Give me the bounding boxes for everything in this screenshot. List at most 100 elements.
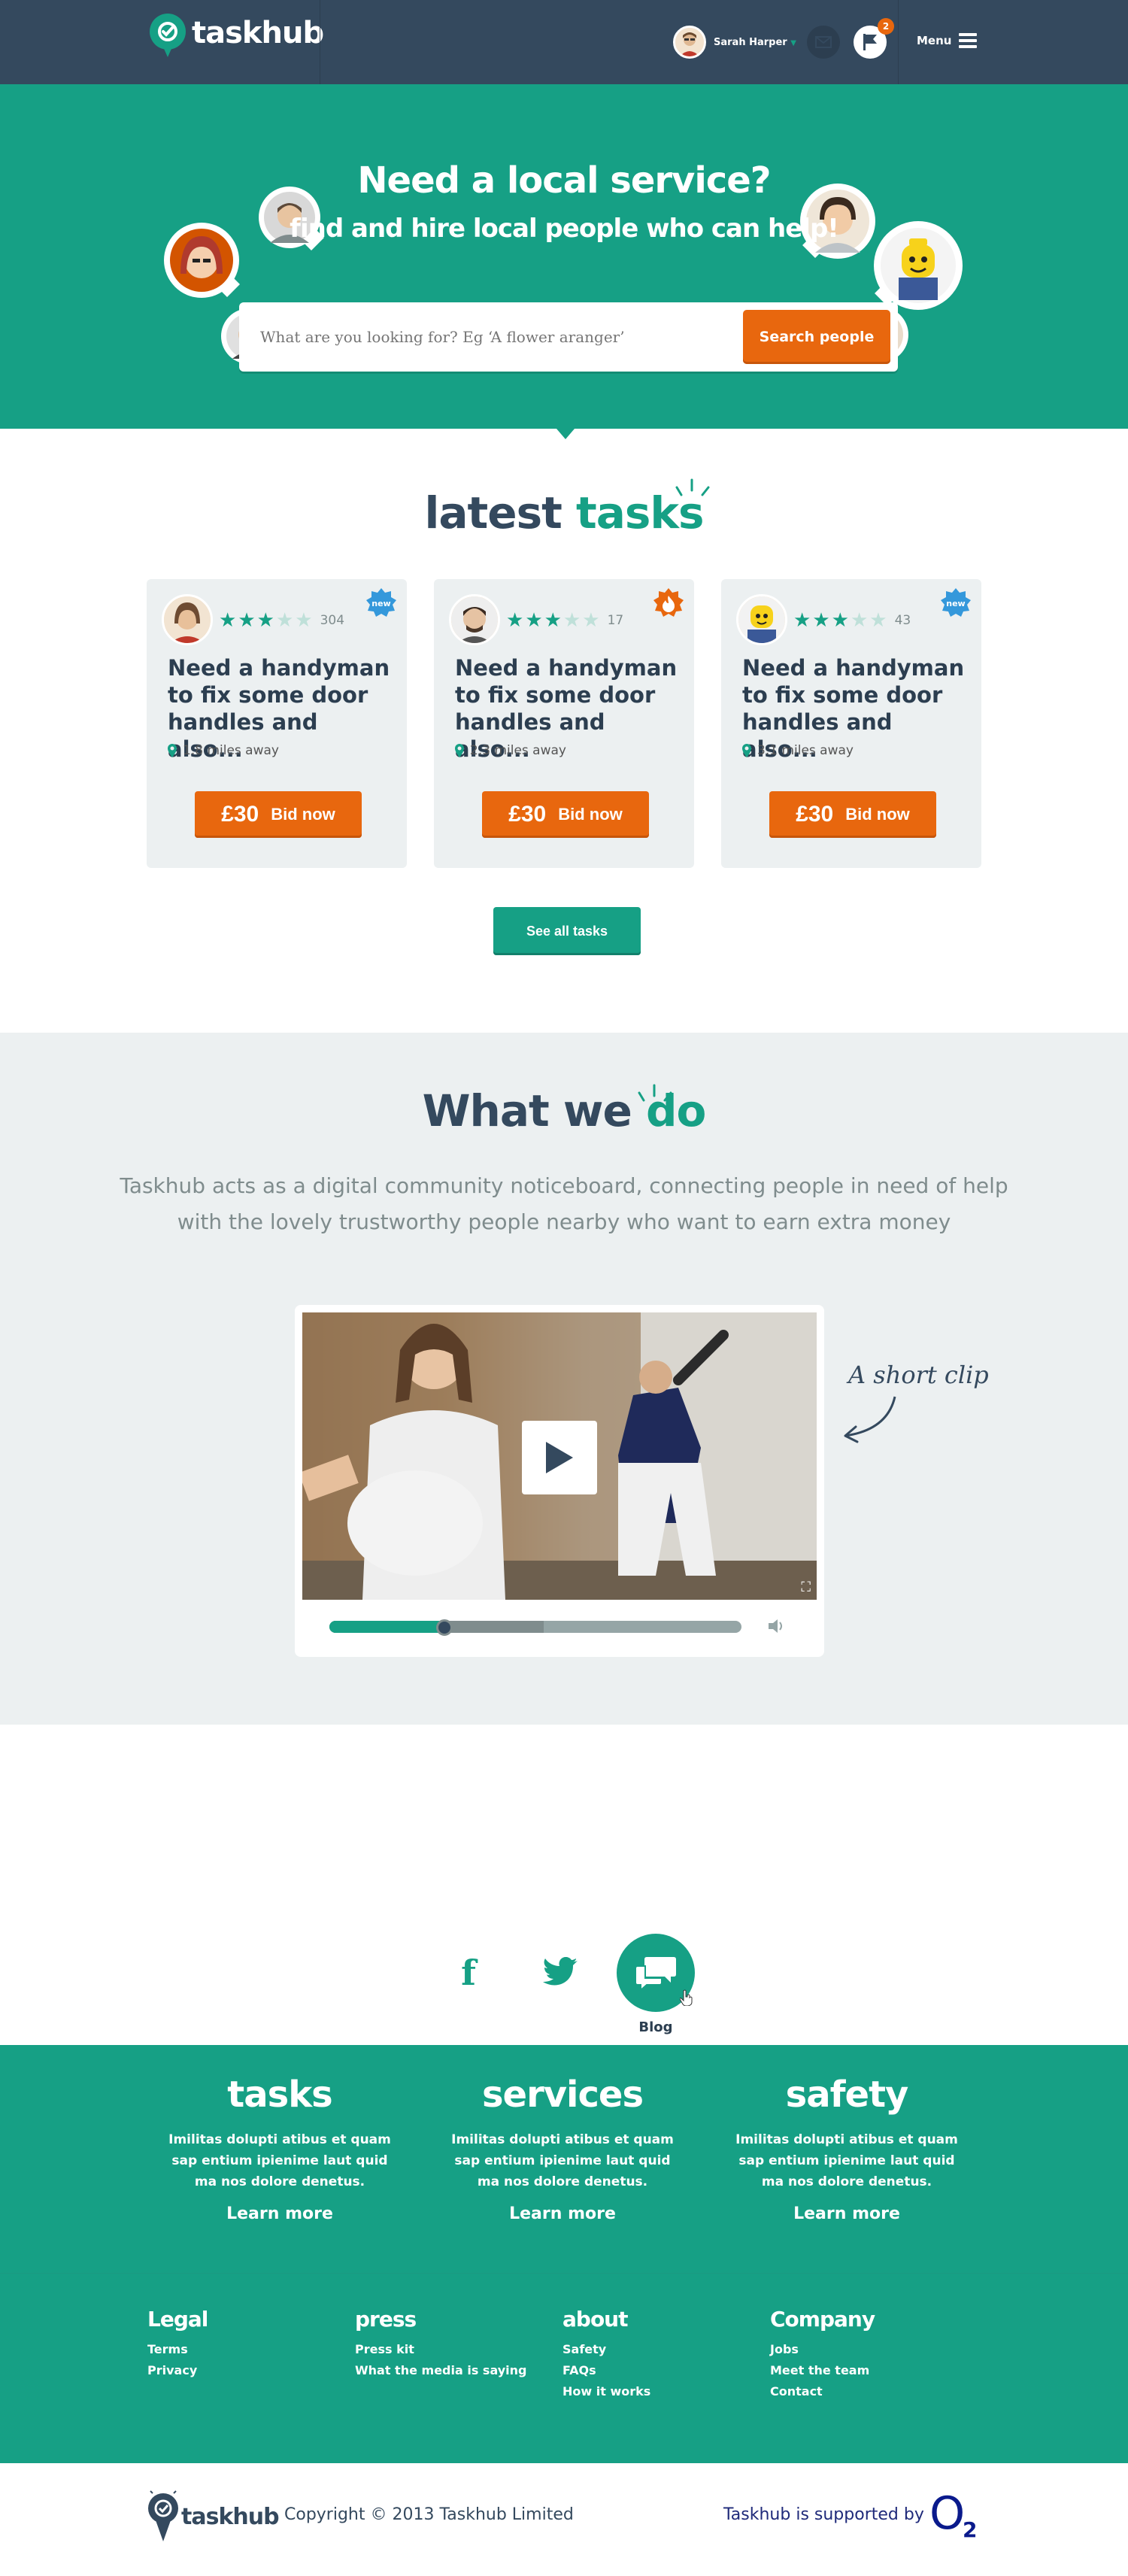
hamburger-icon — [959, 30, 978, 51]
what-we-do-title: What we do — [0, 1085, 1128, 1136]
distance-text: 1.8 miles away — [183, 743, 279, 758]
footer-link-privacy[interactable]: Privacy — [147, 2360, 208, 2381]
menu-button[interactable]: Menu — [917, 30, 978, 51]
video-frame[interactable]: ⛶ — [302, 1312, 817, 1600]
location-pin-icon — [742, 744, 751, 757]
play-icon — [546, 1442, 573, 1473]
poster-avatar — [162, 594, 213, 645]
user-menu[interactable]: Sarah Harper ▼ — [673, 26, 796, 59]
review-count: 43 — [894, 613, 911, 628]
review-count: 304 — [320, 613, 345, 628]
footer-brand-name: taskhub — [181, 2503, 280, 2530]
badge-label: new — [946, 598, 966, 608]
facebook-icon[interactable]: f — [450, 1950, 487, 1995]
footer-link-press-kit[interactable]: Press kit — [355, 2339, 527, 2360]
rating-stars: ★ ★ ★ ★ ★ 17 — [506, 609, 623, 632]
video-progress-track[interactable] — [329, 1621, 741, 1633]
footer-links: Legal Terms Privacy press Press kit What… — [0, 2274, 1128, 2463]
feature-text: Imilitas dolupti atibus et quam sap enti… — [735, 2132, 958, 2189]
learn-more-link[interactable]: Learn more — [159, 2204, 400, 2223]
footer-link-faqs[interactable]: FAQs — [562, 2360, 650, 2381]
star-icon: ★ — [506, 609, 524, 632]
social-section: f Blog — [0, 1725, 1128, 2045]
task-distance: 1.8 miles away — [168, 743, 279, 758]
chevron-down-icon: ▼ — [790, 38, 796, 47]
footer-link-jobs[interactable]: Jobs — [770, 2339, 875, 2360]
star-icon: ★ — [562, 609, 581, 632]
footer-link-media[interactable]: What the media is saying — [355, 2360, 527, 2381]
hero-section: Need a local service? find and hire loca… — [0, 84, 1128, 439]
footer-link-how-it-works[interactable]: How it works — [562, 2381, 650, 2402]
blog-label: Blog — [638, 2019, 673, 2035]
play-button[interactable] — [522, 1421, 597, 1494]
star-icon: ★ — [582, 609, 600, 632]
footer-logo[interactable]: taskhub — [147, 2490, 280, 2543]
links-heading: press — [355, 2307, 417, 2332]
distance-text: 2.3 miles away — [470, 743, 566, 758]
star-icon: ★ — [869, 609, 887, 632]
o2-logo[interactable]: O 2 — [929, 2487, 979, 2542]
user-name: Sarah Harper ▼ — [714, 36, 796, 48]
star-icon: ★ — [525, 609, 543, 632]
footer-links-company: Company Jobs Meet the team Contact — [770, 2307, 875, 2402]
task-distance: 3.1 miles away — [742, 743, 854, 758]
clip-annotation: A short clip — [848, 1361, 989, 1389]
feature-text: Imilitas dolupti atibus et quam sap enti… — [168, 2132, 391, 2189]
search-input[interactable] — [260, 325, 711, 349]
curved-arrow-icon — [844, 1396, 896, 1443]
top-navbar: taskhub Sarah Harper ▼ 2 Menu — [0, 0, 1128, 84]
bid-now-button[interactable]: £30 Bid now — [482, 791, 649, 838]
footer-bottom: taskhub Copyright © 2013 Taskhub Limited… — [0, 2463, 1128, 2567]
latest-tasks-title: latest tasks — [0, 487, 1128, 539]
task-price: £30 — [508, 802, 547, 827]
title-part: latest — [424, 487, 562, 539]
star-icon: ★ — [219, 609, 237, 632]
footer-links-press: press Press kit What the media is saying — [355, 2307, 527, 2381]
star-icon: ★ — [850, 609, 869, 632]
what-we-do-description: Taskhub acts as a digital community noti… — [120, 1173, 1008, 1234]
star-icon: ★ — [793, 609, 811, 632]
feature-title: services — [481, 2074, 644, 2116]
copyright-text: Copyright © 2013 Taskhub Limited — [284, 2505, 574, 2524]
footer-features: tasks Imilitas dolupti atibus et quam sa… — [0, 2045, 1128, 2274]
learn-more-link[interactable]: Learn more — [726, 2204, 967, 2223]
notification-badge: 2 — [878, 18, 894, 35]
feature-title: tasks — [227, 2074, 332, 2116]
star-icon: ★ — [275, 609, 294, 632]
video-scrub-handle[interactable] — [436, 1619, 453, 1636]
twitter-icon[interactable] — [540, 1953, 582, 1991]
footer-feature-services: services Imilitas dolupti atibus et quam… — [442, 2074, 683, 2223]
supported-by-text: Taskhub is supported by — [723, 2505, 924, 2524]
what-we-do-section: What we do Taskhub acts as a digital com… — [0, 1033, 1128, 1725]
brand-logo[interactable]: taskhub — [147, 9, 324, 57]
new-badge: new — [941, 588, 971, 618]
hero-title: Need a local service? — [357, 159, 771, 202]
footer-link-terms[interactable]: Terms — [147, 2339, 208, 2360]
task-card[interactable]: ★ ★ ★ ★ ★ 43 new Need a handyman to fix some… — [721, 579, 981, 868]
task-card[interactable]: ★ ★ ★ ★ ★ 17 Need a handyman to fix some doo… — [434, 579, 694, 868]
footer-links-about: about Safety FAQs How it works — [562, 2307, 650, 2402]
see-all-tasks-button[interactable]: See all tasks — [493, 907, 641, 955]
footer-feature-tasks: tasks Imilitas dolupti atibus et quam sa… — [159, 2074, 400, 2223]
latest-tasks-section: latest tasks ★ ★ ★ ★ ★ 304 new Need a handym… — [0, 429, 1128, 1033]
search-people-button[interactable]: Search people — [743, 310, 890, 364]
learn-more-link[interactable]: Learn more — [442, 2204, 683, 2223]
fullscreen-icon[interactable]: ⛶ — [801, 1579, 811, 1595]
poster-avatar — [449, 594, 500, 645]
nav-divider — [898, 0, 899, 84]
footer-link-safety[interactable]: Safety — [562, 2339, 650, 2360]
star-icon: ★ — [544, 609, 562, 632]
bid-now-button[interactable]: £30 Bid now — [769, 791, 936, 838]
hot-badge — [653, 588, 684, 618]
footer-link-team[interactable]: Meet the team — [770, 2360, 875, 2381]
links-heading: Company — [770, 2307, 875, 2332]
bid-now-button[interactable]: £30 Bid now — [195, 791, 362, 838]
footer-link-contact[interactable]: Contact — [770, 2381, 875, 2402]
star-icon: ★ — [256, 609, 274, 632]
title-part: What we — [422, 1085, 632, 1136]
volume-icon[interactable] — [767, 1618, 785, 1639]
task-card[interactable]: ★ ★ ★ ★ ★ 304 new Need a handyman to fix som… — [147, 579, 407, 868]
video-player: ⛶ — [295, 1305, 824, 1657]
task-distance: 2.3 miles away — [455, 743, 566, 758]
messages-icon[interactable] — [807, 26, 840, 59]
